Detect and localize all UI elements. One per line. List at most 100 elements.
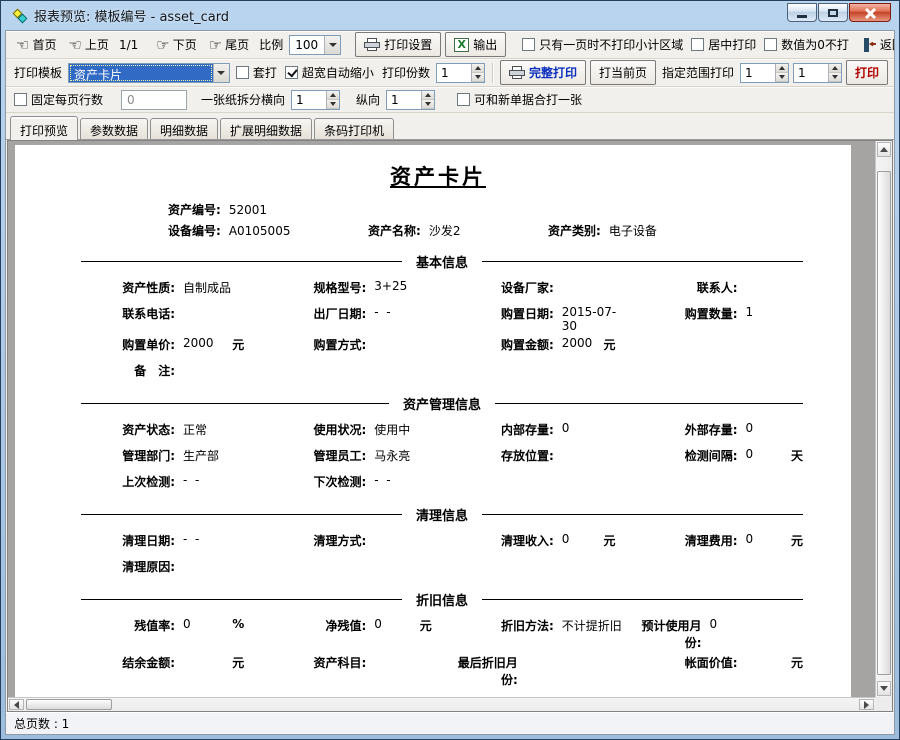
checkbox-icon[interactable] [236, 66, 249, 79]
checkbox-icon[interactable] [764, 38, 777, 51]
horizontal-scrollbar[interactable] [8, 697, 875, 711]
template-dropdown-button[interactable] [213, 64, 229, 82]
field: 清理费用:0元 [626, 532, 814, 549]
field: 资产状态:正常 [63, 421, 254, 438]
tab-parameter-data[interactable]: 参数数据 [80, 118, 148, 139]
checkbox-zero-no-print[interactable]: 数值为0不打 [762, 36, 851, 53]
maximize-icon [828, 9, 838, 17]
section-row: 联系电话:出厂日期:- -购置日期:2015-07-30购置数量:1 [63, 305, 813, 333]
field: 外部存量:0 [626, 421, 814, 438]
checkbox-overlay-print[interactable]: 套打 [234, 64, 279, 81]
split-horizontal-label: 一张纸拆分横向 [199, 91, 287, 108]
first-page-button[interactable]: ☜首页 [12, 33, 60, 56]
prev-page-label: 上页 [85, 36, 109, 53]
checkbox-fixed-rows[interactable]: 固定每页行数 [12, 91, 105, 108]
scroll-right-button[interactable] [859, 699, 874, 710]
scale-combobox[interactable]: 100 [289, 35, 341, 55]
full-print-label: 完整打印 [529, 64, 577, 81]
split-horizontal-stepper[interactable]: 1 [291, 90, 340, 110]
field: 购置方式: [254, 336, 442, 353]
field: 净残值:0元 [254, 617, 442, 634]
print-button[interactable]: 打印 [846, 60, 888, 85]
split-vertical-value: 1 [387, 91, 421, 109]
checkbox-auto-shrink[interactable]: 超宽自动缩小 [283, 64, 376, 81]
field: 清理方式: [254, 532, 442, 549]
horizontal-scrollbar-thumb[interactable] [26, 699, 112, 710]
stepper-down-icon[interactable] [829, 73, 841, 82]
section-title: 折旧信息 [81, 590, 803, 609]
stepper-up-icon[interactable] [776, 64, 788, 73]
stepper-down-icon[interactable] [422, 100, 434, 109]
section-row: 备 注: [63, 362, 813, 385]
tab-extended-detail-data[interactable]: 扩展明细数据 [220, 118, 312, 139]
template-value: 资产卡片 [69, 64, 213, 82]
stepper-up-icon[interactable] [829, 64, 841, 73]
split-vertical-stepper[interactable]: 1 [386, 90, 435, 110]
report-section: 资产管理信息资产状态:正常使用状况:使用中内部存量:0外部存量:0管理部门:生产… [63, 394, 813, 496]
minimize-button[interactable] [787, 3, 817, 22]
printer-icon [509, 66, 525, 79]
checkbox-center-print[interactable]: 居中打印 [689, 36, 758, 53]
checkbox-icon[interactable] [285, 66, 298, 79]
fixed-rows-input[interactable]: 0 [121, 90, 187, 110]
print-setup-button[interactable]: 打印设置 [355, 32, 441, 57]
return-button[interactable]: 返回R [859, 33, 895, 56]
checkbox-combine-print[interactable]: 可和新单据合打一张 [455, 91, 584, 108]
field: 管理员工:马永亮 [254, 447, 442, 464]
tab-barcode-printer[interactable]: 条码打印机 [314, 118, 394, 139]
section-row: 资产性质:自制成品规格型号:3+25设备厂家:联系人: [63, 279, 813, 302]
range-from-stepper[interactable]: 1 [740, 63, 789, 83]
field: 存放位置: [442, 447, 626, 464]
checkbox-no-subtotal[interactable]: 只有一页时不打印小计区域 [520, 36, 685, 53]
tab-print-preview[interactable]: 打印预览 [10, 116, 78, 140]
section-row: 清理日期:- -清理方式:清理收入:0元清理费用:0元 [63, 532, 813, 555]
stepper-down-icon[interactable] [327, 100, 339, 109]
stepper-down-icon[interactable] [472, 73, 484, 82]
checkbox-icon[interactable] [691, 38, 704, 51]
scale-dropdown-button[interactable] [324, 36, 340, 54]
vertical-scrollbar-thumb[interactable] [877, 171, 891, 675]
field: 下次检测:- - [254, 473, 442, 490]
stepper-up-icon[interactable] [472, 64, 484, 73]
scroll-down-button[interactable] [877, 681, 891, 696]
checkbox-fixed-rows-label: 固定每页行数 [31, 91, 103, 108]
last-page-button[interactable]: ☞尾页 [205, 33, 253, 56]
field: 清理日期:- - [63, 532, 254, 549]
print-current-page-button[interactable]: 打当前页 [590, 60, 656, 85]
total-pages-status: 总页数 : 1 [14, 715, 69, 732]
stepper-up-icon[interactable] [422, 91, 434, 100]
range-to-stepper[interactable]: 1 [793, 63, 842, 83]
page-indicator: 1/1 [117, 38, 140, 52]
stepper-up-icon[interactable] [327, 91, 339, 100]
checkbox-icon[interactable] [14, 93, 27, 106]
vertical-scrollbar[interactable] [875, 141, 892, 697]
preview-area: 资产卡片 资产编号:52001 设备编号:A0105005 资产名称:沙发2 资… [7, 140, 893, 712]
field: 联系电话: [63, 305, 254, 322]
field: 折旧方法:不计提折旧 [442, 617, 626, 634]
field: 管理部门:生产部 [63, 447, 254, 464]
tab-strip: 打印预览 参数数据 明细数据 扩展明细数据 条码打印机 [6, 113, 894, 140]
prev-page-button[interactable]: ☜上页 [64, 33, 112, 56]
maximize-button[interactable] [818, 3, 848, 22]
close-button[interactable] [849, 3, 891, 22]
arrow-down-icon [880, 686, 888, 691]
full-print-button[interactable]: 完整打印 [500, 60, 586, 85]
field: 残值率:0% [63, 617, 254, 634]
export-button[interactable]: X 输出 [445, 32, 506, 57]
checkbox-icon[interactable] [522, 38, 535, 51]
stepper-down-icon[interactable] [776, 73, 788, 82]
title-bar[interactable]: 报表预览: 模板编号 - asset_card [5, 1, 895, 30]
app-icon [13, 8, 29, 24]
scroll-up-button[interactable] [877, 142, 891, 157]
report-section: 基本信息资产性质:自制成品规格型号:3+25设备厂家:联系人:联系电话:出厂日期… [63, 252, 813, 385]
field: 最后折旧月份: [442, 654, 626, 688]
copies-stepper[interactable]: 1 [436, 63, 485, 83]
checkbox-icon[interactable] [457, 93, 470, 106]
field: 资产性质:自制成品 [63, 279, 254, 296]
tab-detail-data[interactable]: 明细数据 [150, 118, 218, 139]
next-page-button[interactable]: ☞下页 [152, 33, 200, 56]
split-horizontal-value: 1 [292, 91, 326, 109]
template-combobox[interactable]: 资产卡片 [68, 63, 230, 83]
last-page-label: 尾页 [225, 36, 249, 53]
scroll-left-button[interactable] [9, 699, 24, 710]
